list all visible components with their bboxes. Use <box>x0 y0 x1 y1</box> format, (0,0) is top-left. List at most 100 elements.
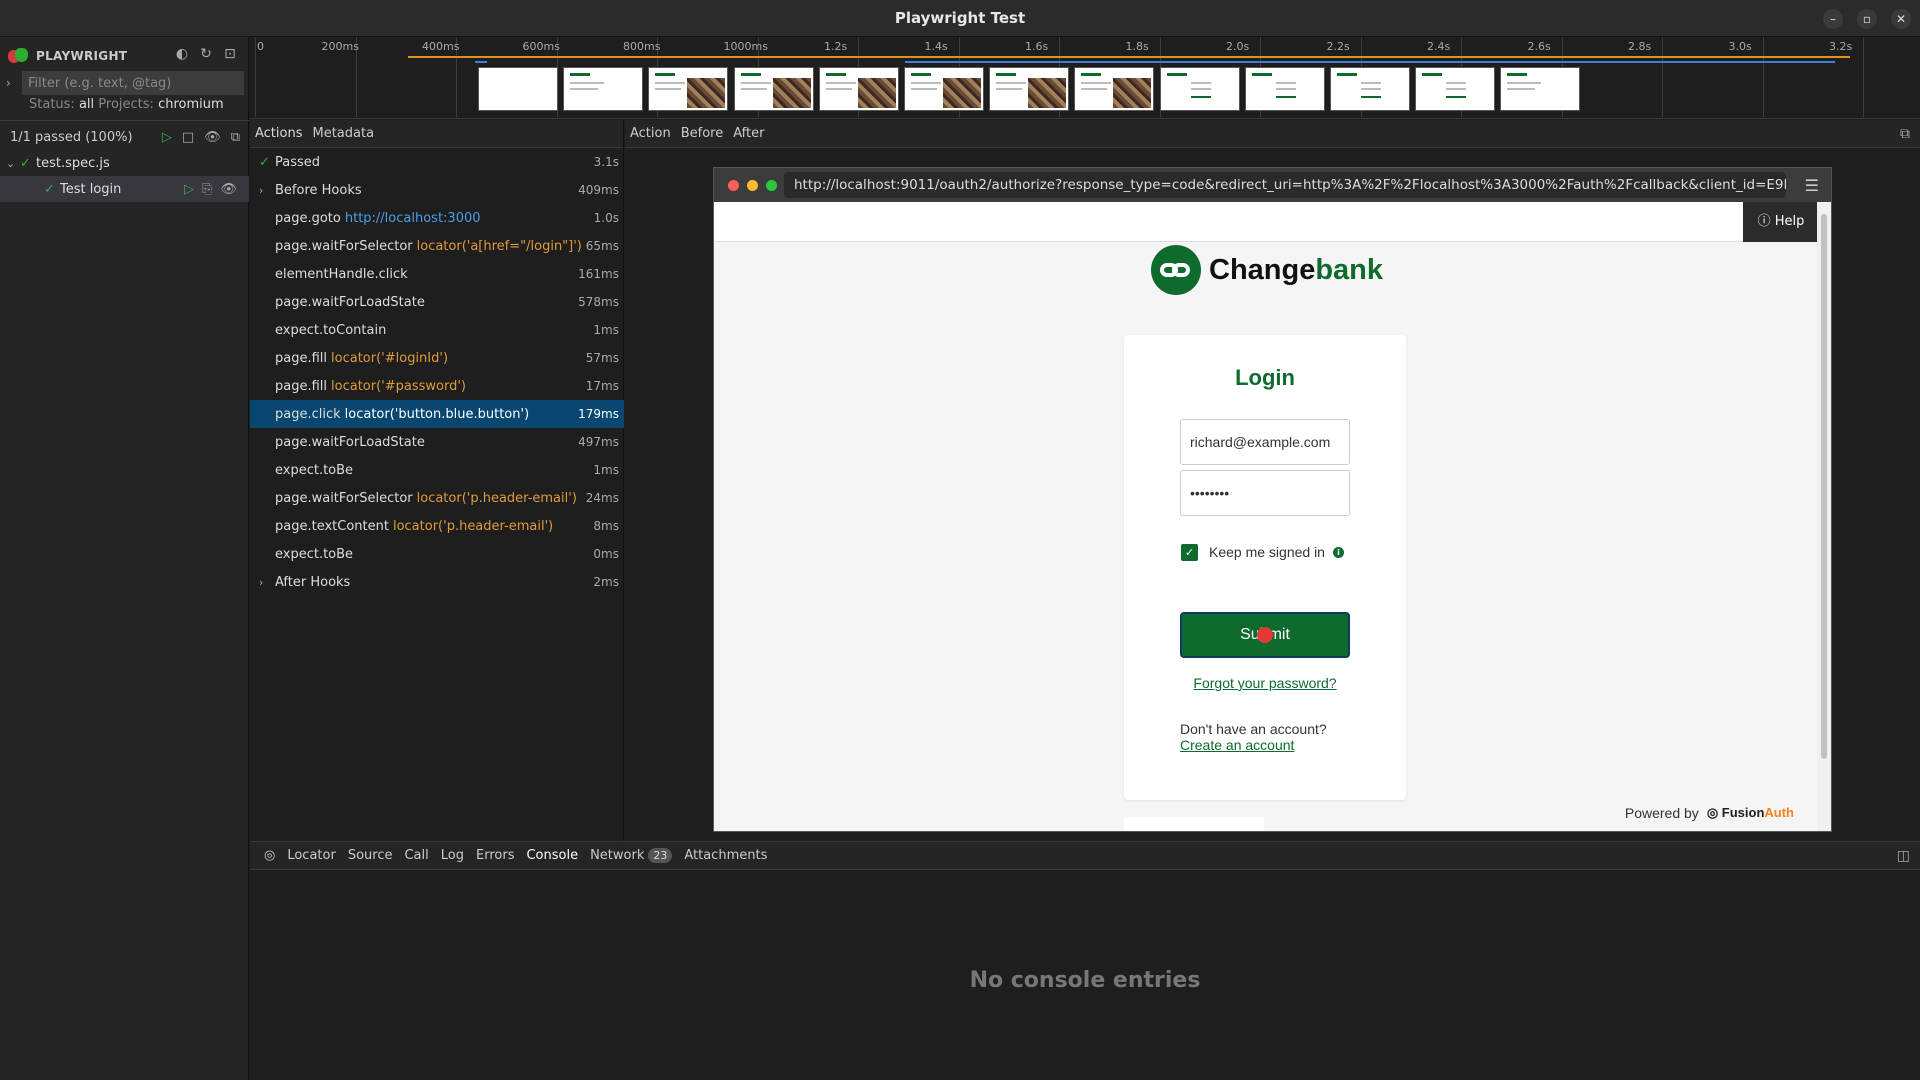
screenshot-thumbnail[interactable] <box>1244 67 1325 111</box>
run-summary: 1/1 passed (100%) ▷ □ 👁 ⧉ <box>10 126 240 148</box>
chevron-right-icon[interactable]: › <box>259 184 263 197</box>
timeline-tick <box>1762 37 1764 117</box>
action-row[interactable]: ✓ Passed 3.1s <box>250 148 624 176</box>
timeline[interactable]: 0 200ms 400ms 600ms 800ms 1000ms 1.2s 1.4s 1.6s 1… <box>250 37 1920 119</box>
action-row[interactable]: page.goto http://localhost:3000 1.0s <box>250 204 624 232</box>
screenshot-thumbnail[interactable] <box>1500 67 1581 111</box>
action-row[interactable]: elementHandle.click 161ms <box>250 260 624 288</box>
playwright-logo-icon <box>8 48 28 64</box>
open-source-icon[interactable]: ⎘ <box>202 182 212 197</box>
screenshot-thumbnail[interactable] <box>989 67 1070 111</box>
screenshot-thumbnail[interactable] <box>733 67 814 111</box>
action-locator: locator('a[href="/login"]') <box>416 238 582 254</box>
action-duration: 1ms <box>593 463 619 477</box>
action-locator: http://localhost:3000 <box>344 210 481 226</box>
action-duration: 17ms <box>585 379 619 393</box>
screenshot-thumbnail[interactable] <box>818 67 899 111</box>
run-test-icon[interactable]: ▷ <box>184 182 194 197</box>
popout-icon[interactable]: ⧉ <box>1900 126 1910 142</box>
action-row[interactable]: page.fill locator('#loginId') 57ms <box>250 344 624 372</box>
traffic-light-max-icon <box>766 179 777 191</box>
tab-before[interactable]: Before <box>676 120 729 148</box>
watch-icon[interactable]: 👁 <box>204 130 221 145</box>
screenshot-thumbnail[interactable] <box>1330 67 1410 111</box>
action-duration: 65ms <box>585 239 619 253</box>
email-field[interactable] <box>1180 419 1350 465</box>
info-icon[interactable]: i <box>1333 547 1344 558</box>
tab-errors[interactable]: Errors <box>470 842 520 870</box>
action-row[interactable]: page.waitForLoadState 497ms <box>250 428 624 456</box>
chevron-right-icon[interactable]: › <box>259 576 263 589</box>
traffic-light-min-icon <box>747 179 758 191</box>
tab-action[interactable]: Action <box>625 120 676 148</box>
tab-actions[interactable]: Actions <box>250 120 308 148</box>
tab-console[interactable]: Console <box>520 842 584 870</box>
menu-icon[interactable]: ☰ <box>1805 176 1819 195</box>
stop-icon[interactable]: □ <box>182 130 194 145</box>
snapshot-pane: Action Before After ⧉ http://localhost:9… <box>625 120 1920 841</box>
fusionauth-logo[interactable]: ◎ FusionAuth <box>1707 805 1794 821</box>
reload-icon[interactable]: ↻ <box>198 46 214 62</box>
maximize-icon[interactable]: ▫ <box>1857 9 1877 29</box>
screenshot-thumbnail[interactable] <box>1074 67 1155 111</box>
timeline-tick-label: 1.2s <box>824 40 848 53</box>
close-icon[interactable]: ✕ <box>1891 9 1911 29</box>
question-icon: ⓘ <box>1757 214 1771 229</box>
screenshot-thumbnail[interactable] <box>478 67 558 111</box>
locale-select[interactable] <box>1124 817 1264 831</box>
timeline-tick-label: 1.4s <box>924 40 948 53</box>
password-field[interactable] <box>1180 470 1350 516</box>
theme-toggle-icon[interactable]: ◐ <box>174 46 190 62</box>
create-account-link[interactable]: Create an account <box>1180 737 1294 753</box>
chevron-right-icon[interactable]: › <box>6 76 22 90</box>
projects-value[interactable]: chromium <box>158 97 224 112</box>
screenshot-thumbnail[interactable] <box>1159 67 1240 111</box>
screenshot-thumbnail[interactable] <box>904 67 984 111</box>
action-name: expect.toContain <box>275 322 387 338</box>
collapse-all-icon[interactable]: ⧉ <box>231 130 240 145</box>
tab-locator[interactable]: Locator <box>281 842 341 870</box>
help-button[interactable]: ⓘ Help <box>1743 202 1819 242</box>
action-row[interactable]: expect.toContain 1ms <box>250 316 624 344</box>
action-row[interactable]: expect.toBe 1ms <box>250 456 624 484</box>
action-row[interactable]: page.click locator('button.blue.button') 1… <box>250 400 624 428</box>
page-header: ⓘ Help <box>714 202 1819 242</box>
run-all-icon[interactable]: ▷ <box>162 130 172 145</box>
action-row[interactable]: page.waitForSelector locator('p.header-em… <box>250 484 624 512</box>
tab-log[interactable]: Log <box>435 842 470 870</box>
chevron-down-icon[interactable]: ⌄ <box>6 157 20 170</box>
tree-file-row[interactable]: ⌄ ✓ test.spec.js <box>0 150 249 176</box>
screenshot-thumbnail[interactable] <box>648 67 729 111</box>
action-row[interactable]: › Before Hooks 409ms <box>250 176 624 204</box>
action-name: page.waitForSelector <box>275 490 413 506</box>
split-layout-icon[interactable]: ◫ <box>1897 848 1910 864</box>
forgot-password-link[interactable]: Forgot your password? <box>1124 675 1406 691</box>
page-scrollbar[interactable] <box>1817 202 1831 831</box>
tab-attachments[interactable]: Attachments <box>678 842 773 870</box>
screenshot-thumbnail[interactable] <box>563 67 644 111</box>
status-value[interactable]: all <box>79 97 94 112</box>
action-row[interactable]: page.textContent locator('p.header-email'… <box>250 512 624 540</box>
action-row[interactable]: page.waitForSelector locator('a[href="/lo… <box>250 232 624 260</box>
tab-source[interactable]: Source <box>342 842 399 870</box>
projects-label: Projects: <box>98 97 154 112</box>
watch-icon[interactable]: 👁 <box>220 182 237 197</box>
filter-input[interactable] <box>22 71 244 95</box>
action-locator: locator('p.header-email') <box>392 518 554 534</box>
screenshot-thumbnail[interactable] <box>1415 67 1496 111</box>
action-row[interactable]: expect.toBe 0ms <box>250 540 624 568</box>
tab-metadata[interactable]: Metadata <box>308 120 380 148</box>
action-row[interactable]: › After Hooks 2ms <box>250 568 624 596</box>
action-locator: locator('#password') <box>331 378 466 394</box>
tab-network[interactable]: Network 23 <box>584 842 678 870</box>
action-name: Passed <box>275 154 321 170</box>
tab-after[interactable]: After <box>728 120 769 148</box>
minimize-icon[interactable]: – <box>1823 9 1843 29</box>
action-row[interactable]: page.waitForLoadState 578ms <box>250 288 624 316</box>
tab-call[interactable]: Call <box>398 842 434 870</box>
pick-locator-icon[interactable]: ◎ <box>258 842 281 870</box>
terminal-icon[interactable]: ⊡ <box>222 46 238 62</box>
action-row[interactable]: page.fill locator('#password') 17ms <box>250 372 624 400</box>
keep-signed-in-checkbox[interactable]: ✓ <box>1181 544 1198 561</box>
tree-test-row[interactable]: ✓ Test login ▷ ⎘ 👁 <box>0 176 249 202</box>
